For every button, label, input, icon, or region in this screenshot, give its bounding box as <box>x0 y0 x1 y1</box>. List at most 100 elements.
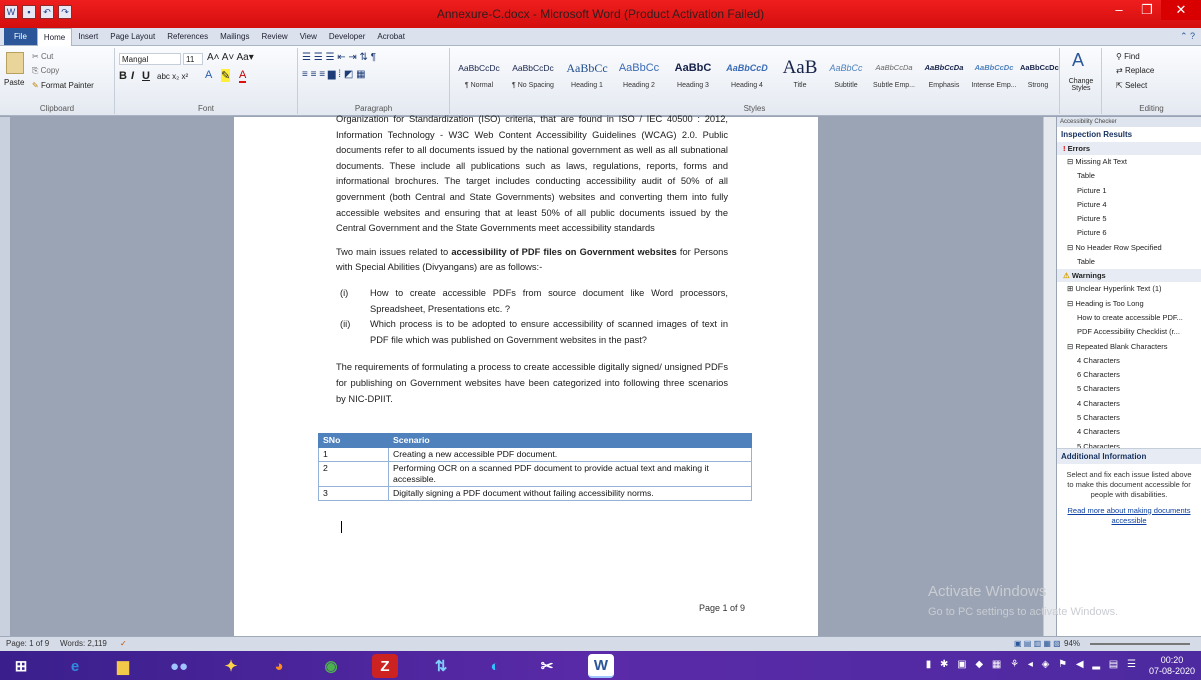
style-no-spacing[interactable]: AaBbCcDc ¶ No Spacing <box>506 54 560 98</box>
bold-button[interactable]: B <box>119 70 127 82</box>
status-bar: Page: 1 of 9 Words: 2,119 ✓ ▣ ▤ ▥ ▦ ▧ 94… <box>0 636 1201 651</box>
page-count[interactable]: Page: 1 of 9 <box>6 637 49 651</box>
edge-icon[interactable]: e <box>62 654 88 678</box>
font-name-select[interactable]: Mangal <box>119 53 181 65</box>
list-item[interactable]: Picture 1 <box>1057 184 1201 198</box>
list-item[interactable]: 6 Characters <box>1057 368 1201 382</box>
list-item[interactable]: Picture 4 <box>1057 198 1201 212</box>
tab-developer[interactable]: Developer <box>323 28 371 45</box>
list-item[interactable]: How to create accessible PDF... <box>1057 311 1201 325</box>
style-name: Emphasis <box>928 82 960 89</box>
system-tray-icons[interactable]: ▮ ✱ ▣ ◆ ▦ ⚘ ◂ ◈ ⚑ ◀ ▂ ▤ ☰ <box>926 659 1139 670</box>
page-footer: Page 1 of 9 <box>699 603 746 613</box>
firefox-icon[interactable]: ◕ <box>266 654 292 678</box>
tab-mailings[interactable]: Mailings <box>214 28 255 45</box>
heading-too-long-item[interactable]: ⊟ Heading is Too Long <box>1057 297 1201 311</box>
align-icons[interactable]: ≡ ≡ ≡ ▆ ⁞ ◩ ▦ <box>302 69 366 80</box>
view-buttons[interactable]: ▣ ▤ ▥ ▦ ▧ <box>1014 637 1061 651</box>
style-subtle-emphasis[interactable]: AaBbCcDa Subtle Emp... <box>870 54 918 98</box>
close-button[interactable]: ✕ <box>1161 0 1201 20</box>
list-item[interactable]: 5 Characters <box>1057 440 1201 448</box>
list-item[interactable]: 5 Characters <box>1057 411 1201 425</box>
style-strong[interactable]: AaBbCcDc Strong <box>1020 54 1059 98</box>
missing-alt-text-item[interactable]: ⊟ Missing Alt Text <box>1057 155 1201 169</box>
list-item[interactable]: PDF Accessibility Checklist (r... <box>1057 325 1201 339</box>
tab-home[interactable]: Home <box>36 27 73 46</box>
font-color-icon[interactable]: A <box>239 69 247 83</box>
change-styles-button[interactable]: Change Styles <box>1064 78 1098 92</box>
copy-button[interactable]: ⎘ Copy <box>32 66 59 76</box>
zoom-level[interactable]: 94% <box>1064 637 1080 651</box>
paste-icon[interactable] <box>6 52 24 74</box>
network-icon[interactable]: ●● <box>166 654 192 678</box>
replace-button[interactable]: ⇄ Replace <box>1116 66 1154 75</box>
window-title: Annexure-C.docx - Microsoft Word (Produc… <box>436 7 765 21</box>
chrome-icon[interactable]: ◉ <box>318 654 344 678</box>
cut-button[interactable]: ✂ Cut <box>32 52 53 61</box>
italic-button[interactable]: I <box>131 70 134 82</box>
unclear-hyperlink-item[interactable]: ⊞ Unclear Hyperlink Text (1) <box>1057 282 1201 296</box>
list-item[interactable]: Picture 5 <box>1057 212 1201 226</box>
text-cursor <box>341 521 342 533</box>
text-effects-icon[interactable]: A <box>205 69 212 81</box>
word-count[interactable]: Words: 2,119 <box>60 637 107 651</box>
style-normal[interactable]: AaBbCcDc ¶ Normal <box>454 54 504 98</box>
tab-review[interactable]: Review <box>255 28 293 45</box>
vertical-scrollbar[interactable] <box>1043 117 1056 636</box>
snipping-tool-icon[interactable]: ✂ <box>534 654 560 678</box>
change-styles-icon[interactable]: A <box>1072 50 1084 71</box>
find-label: Find <box>1124 52 1140 61</box>
tab-insert[interactable]: Insert <box>72 28 104 45</box>
app-icon[interactable]: ✦ <box>218 654 244 678</box>
tab-page-layout[interactable]: Page Layout <box>104 28 161 45</box>
list-item[interactable]: Table <box>1057 255 1201 269</box>
strikethrough-icon[interactable]: abc x₂ x² <box>157 72 188 81</box>
list-item[interactable]: 4 Characters <box>1057 354 1201 368</box>
underline-button[interactable]: U <box>142 70 150 82</box>
find-button[interactable]: ⚲ Find <box>1116 52 1140 61</box>
inspection-results-heading: Inspection Results <box>1061 130 1133 139</box>
list-item[interactable]: Picture 6 <box>1057 226 1201 240</box>
no-header-row-item[interactable]: ⊟ No Header Row Specified <box>1057 241 1201 255</box>
list-item[interactable]: 5 Characters <box>1057 382 1201 396</box>
style-intense-emphasis[interactable]: AaBbCcDc Intense Emp... <box>970 54 1018 98</box>
style-heading-1[interactable]: AaBbCc Heading 1 <box>562 54 612 98</box>
list-number: (ii) <box>340 319 351 330</box>
paste-button[interactable]: Paste <box>4 78 24 87</box>
style-heading-4[interactable]: AaBbCcD Heading 4 <box>722 54 772 98</box>
new-edge-icon[interactable]: ◐ <box>482 654 508 678</box>
tab-view[interactable]: View <box>294 28 323 45</box>
minimize-button[interactable]: – <box>1105 0 1133 20</box>
file-explorer-icon[interactable]: ▆ <box>110 654 136 678</box>
word-taskbar-icon[interactable]: W <box>588 654 614 678</box>
format-painter-button[interactable]: ✎ Format Painter <box>32 81 94 90</box>
zoom-slider[interactable] <box>1090 643 1190 645</box>
list-item[interactable]: 4 Characters <box>1057 397 1201 411</box>
font-size-select[interactable]: 11 <box>183 53 203 65</box>
style-title[interactable]: AaB Title <box>780 54 820 98</box>
clock[interactable]: 00:20 07-08-2020 <box>1149 655 1195 677</box>
tab-references[interactable]: References <box>161 28 214 45</box>
document-page[interactable]: Organization for Standardization (ISO) c… <box>234 114 818 636</box>
style-heading-3[interactable]: AaBbC Heading 3 <box>668 54 718 98</box>
list-item[interactable]: Table <box>1057 169 1201 183</box>
repeated-label: Repeated Blank Characters <box>1075 341 1168 351</box>
filezilla-icon[interactable]: Z <box>372 654 398 678</box>
read-more-link[interactable]: Read more about making documents accessi… <box>1068 506 1191 525</box>
style-subtitle[interactable]: AaBbCc Subtitle <box>824 54 868 98</box>
style-emphasis[interactable]: AaBbCcDa Emphasis <box>920 54 968 98</box>
tab-file[interactable]: File <box>4 28 37 45</box>
remote-desktop-icon[interactable]: ⇅ <box>428 654 454 678</box>
maximize-button[interactable]: ❐ <box>1133 0 1161 20</box>
help-icon[interactable]: ⌃ ? <box>1180 31 1195 42</box>
style-heading-2[interactable]: AaBbCc Heading 2 <box>614 54 664 98</box>
repeated-blank-item[interactable]: ⊟ Repeated Blank Characters <box>1057 340 1201 354</box>
start-windows-icon[interactable]: ⊞ <box>8 654 34 678</box>
select-button[interactable]: ⇱ Select <box>1116 81 1147 90</box>
proofing-icon[interactable]: ✓ <box>120 637 127 651</box>
grow-font-icon[interactable]: A˄ A˅ Aa▾ <box>207 52 254 63</box>
highlight-icon[interactable]: ✎ <box>221 69 231 82</box>
list-icons[interactable]: ☰ ☰ ☰ ⇤ ⇥ ⇅ ¶ <box>302 52 376 63</box>
tab-acrobat[interactable]: Acrobat <box>371 28 411 45</box>
list-item[interactable]: 4 Characters <box>1057 425 1201 439</box>
